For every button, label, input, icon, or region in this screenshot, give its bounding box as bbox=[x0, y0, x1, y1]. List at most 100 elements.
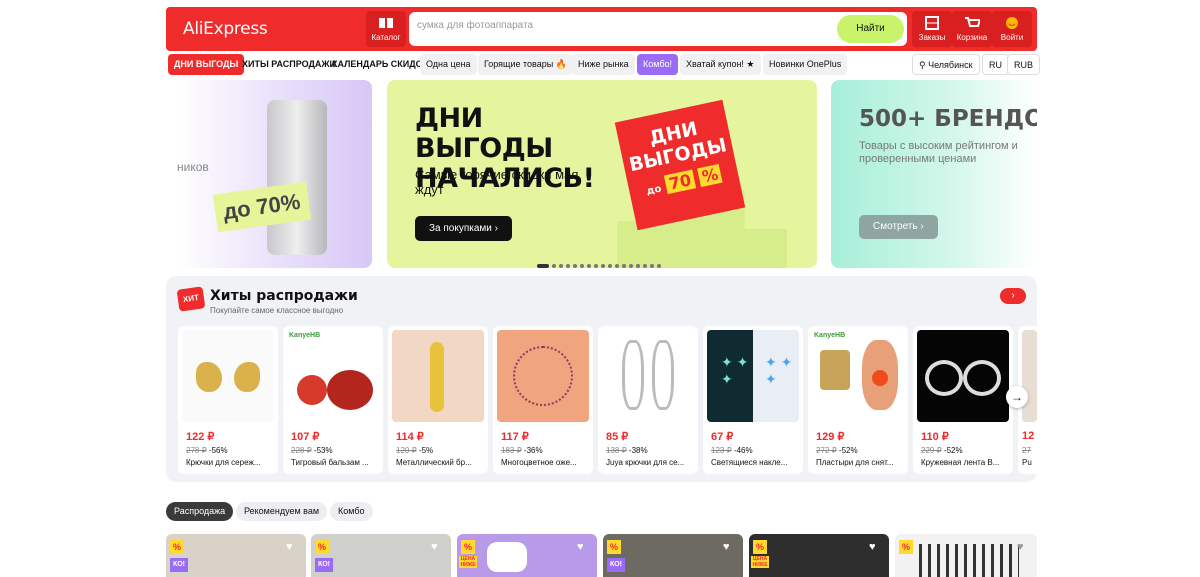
product-tile[interactable]: % КО! ♥ bbox=[603, 534, 743, 577]
nav-item-combo[interactable]: Комбо! bbox=[637, 54, 678, 75]
product-image: KanyeHB bbox=[287, 330, 379, 422]
language-selector[interactable]: RU bbox=[982, 54, 1009, 75]
carousel-dots bbox=[537, 257, 664, 268]
carousel-dot[interactable] bbox=[587, 263, 591, 268]
product-tile[interactable]: % ЦЕНА НИЖЕ ♥ bbox=[749, 534, 889, 577]
combo-sticker: КО! bbox=[315, 558, 333, 572]
heart-icon[interactable]: ♥ bbox=[286, 542, 298, 553]
box-icon bbox=[925, 16, 939, 30]
book-icon bbox=[379, 18, 393, 28]
carousel-dot[interactable] bbox=[615, 263, 619, 268]
product-tile[interactable]: % КО! ♥ bbox=[166, 534, 306, 577]
heart-icon[interactable]: ♥ bbox=[1017, 542, 1029, 553]
carousel-dot[interactable] bbox=[601, 263, 605, 268]
orders-button[interactable]: Заказы bbox=[912, 11, 952, 47]
nav-item-deal-days[interactable]: ДНИ ВЫГОДЫ bbox=[168, 54, 245, 75]
cart-button[interactable]: Корзина bbox=[952, 11, 992, 47]
tab-combo[interactable]: Комбо bbox=[330, 502, 373, 521]
section-subtitle: Покупайте самое классное выгодно bbox=[210, 306, 344, 315]
product-tile[interactable]: % ♥ bbox=[895, 534, 1037, 577]
carousel-dot[interactable] bbox=[622, 263, 626, 268]
aliexpress-logo[interactable]: AliExpress bbox=[183, 19, 268, 39]
product-image bbox=[602, 330, 694, 422]
discount-sticker: % bbox=[170, 540, 184, 554]
tab-sale[interactable]: Распродажа bbox=[166, 502, 234, 521]
view-button[interactable]: Смотреть › bbox=[859, 215, 938, 239]
nav-item-one-price[interactable]: Одна цена bbox=[420, 54, 477, 75]
currency-selector[interactable]: RUB bbox=[1007, 54, 1041, 75]
city-selector[interactable]: ⚲ Челябинск bbox=[912, 54, 980, 75]
product-image bbox=[392, 330, 484, 422]
carousel-dot[interactable] bbox=[636, 263, 640, 268]
shop-now-button[interactable]: За покупками › bbox=[415, 216, 513, 241]
carousel-dot[interactable] bbox=[559, 263, 563, 268]
product-image bbox=[267, 100, 327, 255]
carousel-dot[interactable] bbox=[650, 263, 654, 268]
product-card[interactable]: 110 ₽ 229 ₽ -52% Кружевная лента В... bbox=[913, 326, 1013, 474]
see-all-button[interactable]: › bbox=[1000, 288, 1026, 304]
promo-nav: ДНИ ВЫГОДЫ ХИТЫ РАСПРОДАЖИ КАЛЕНДАРЬ СКИ… bbox=[166, 54, 1041, 75]
section-title: Хиты распродажи bbox=[210, 288, 358, 304]
product-image bbox=[487, 542, 527, 572]
nav-item-oneplus[interactable]: Новинки OnePlus bbox=[763, 54, 848, 75]
carousel-dot[interactable] bbox=[573, 263, 577, 268]
heart-icon[interactable]: ♥ bbox=[431, 542, 443, 553]
hit-badge: ХИТ bbox=[176, 286, 206, 312]
product-tile[interactable]: % КО! ♥ bbox=[311, 534, 451, 577]
heart-icon[interactable]: ♥ bbox=[869, 542, 881, 553]
header: AliExpress Каталог Найти Заказы Корзина … bbox=[166, 7, 1037, 51]
product-card[interactable]: ✦ ✦ ✦ ✦ ✦ ✦ 67 ₽ 123 ₽ -46% Светящиеся накл… bbox=[703, 326, 803, 474]
product-image bbox=[497, 330, 589, 422]
product-card[interactable]: 85 ₽ 138 ₽ -38% Juya крючки для се... bbox=[598, 326, 698, 474]
discount-sticker: % bbox=[607, 540, 621, 554]
combo-sticker: КО! bbox=[607, 558, 625, 572]
tab-recommended[interactable]: Рекомендуем вам bbox=[236, 502, 328, 521]
carousel-dot[interactable] bbox=[580, 263, 584, 268]
location-icon: ⚲ bbox=[919, 60, 929, 70]
banner-right[interactable]: 500+ БРЕНДОВ Товары с высоким рейтингом … bbox=[831, 80, 1037, 268]
nav-item-calendar[interactable]: КАЛЕНДАРЬ СКИДОК bbox=[326, 54, 434, 75]
banner-right-title: 500+ БРЕНДОВ bbox=[859, 106, 1037, 132]
carousel-dot[interactable] bbox=[594, 263, 598, 268]
product-card[interactable]: 117 ₽ 183 ₽ -36% Многоцветное оже... bbox=[493, 326, 593, 474]
product-image bbox=[917, 330, 1009, 422]
catalog-button[interactable]: Каталог bbox=[366, 11, 406, 47]
product-image bbox=[1022, 330, 1037, 422]
carousel-dot[interactable] bbox=[566, 263, 570, 268]
product-tile[interactable]: % ЦЕНА НИЖЕ ♥ bbox=[457, 534, 597, 577]
low-price-badge: ЦЕНА НИЖЕ bbox=[459, 556, 477, 568]
product-card[interactable]: 114 ₽ 120 ₽ -5% Металлический бр... bbox=[388, 326, 488, 474]
carousel-dot[interactable] bbox=[552, 263, 556, 268]
cart-icon bbox=[965, 17, 980, 27]
product-image bbox=[182, 330, 274, 422]
carousel-dot[interactable] bbox=[608, 263, 612, 268]
nav-item-below-market[interactable]: Ниже рынка bbox=[572, 54, 635, 75]
banner-left[interactable]: ников до 70% bbox=[177, 80, 372, 268]
search-input[interactable] bbox=[417, 20, 817, 31]
product-card[interactable]: 122 ₽ 278 ₽ -56% Крючки для сереж... bbox=[178, 326, 278, 474]
discount-tag: ДНИ ВЫГОДЫ до 70 % bbox=[614, 99, 746, 231]
smiley-icon bbox=[1006, 17, 1018, 29]
carousel-dot[interactable] bbox=[657, 263, 661, 268]
product-image bbox=[919, 544, 1019, 577]
banner-right-subtitle: Товары с высоким рейтингом и проверенным… bbox=[859, 140, 1018, 165]
search-bar: Найти bbox=[409, 12, 907, 46]
nav-item-coupon[interactable]: Хватай купон! ★ bbox=[680, 54, 761, 75]
carousel-dot[interactable] bbox=[629, 263, 633, 268]
product-card[interactable]: KanyeHB 129 ₽ 272 ₽ -52% Пластыри для сн… bbox=[808, 326, 908, 474]
heart-icon[interactable]: ♥ bbox=[723, 542, 735, 553]
discount-sticker: % bbox=[899, 540, 913, 554]
banner-main[interactable]: ДНИ ВЫГОДЫ НАЧАЛИСЬ! Самые горячие скидк… bbox=[387, 80, 817, 268]
discount-sticker: % bbox=[461, 540, 475, 554]
product-image: KanyeHB bbox=[812, 330, 904, 422]
product-card[interactable]: KanyeHB 107 ₽ 228 ₽ -53% Тигровый бальза… bbox=[283, 326, 383, 474]
heart-icon[interactable]: ♥ bbox=[577, 542, 589, 553]
scroll-right-button[interactable]: → bbox=[1006, 386, 1028, 408]
carousel-dot[interactable] bbox=[643, 263, 647, 268]
combo-sticker: КО! bbox=[170, 558, 188, 572]
login-button[interactable]: Войти bbox=[992, 11, 1032, 47]
product-image: ✦ ✦ ✦ ✦ ✦ ✦ bbox=[707, 330, 799, 422]
carousel-dot[interactable] bbox=[537, 263, 549, 268]
search-button[interactable]: Найти bbox=[837, 15, 904, 43]
nav-item-hot[interactable]: Горящие товары 🔥 bbox=[478, 54, 573, 75]
